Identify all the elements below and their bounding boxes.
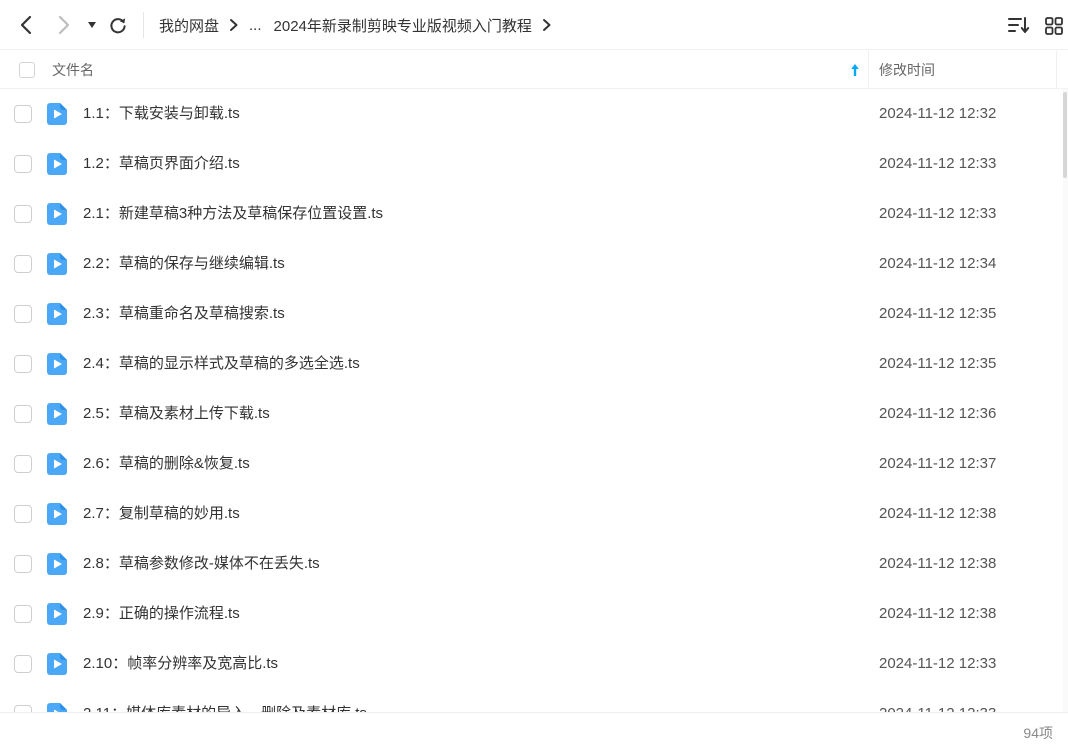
file-modified-time: 2024-11-12 12:38 — [879, 505, 997, 522]
caret-down-icon — [88, 22, 96, 28]
grid-view-icon — [1045, 17, 1063, 35]
scrollbar-track[interactable] — [1063, 89, 1068, 712]
file-modified-time: 2024-11-12 12:37 — [879, 455, 997, 472]
chevron-right-icon[interactable] — [542, 18, 552, 32]
chevron-left-icon — [20, 15, 32, 35]
file-modified-time: 2024-11-12 12:33 — [879, 155, 997, 172]
file-name[interactable]: 2.6：草稿的删除&恢复.ts — [83, 439, 250, 489]
file-row[interactable]: 2.1：新建草稿3种方法及草稿保存位置设置.ts 2024-11-12 12:3… — [0, 189, 1062, 239]
file-modified-time: 2024-11-12 12:36 — [879, 405, 997, 422]
file-row[interactable]: 2.2：草稿的保存与继续编辑.ts 2024-11-12 12:34 — [0, 239, 1062, 289]
row-checkbox[interactable] — [14, 455, 32, 473]
file-modified-time: 2024-11-12 12:32 — [879, 105, 997, 122]
file-modified-time: 2024-11-12 12:38 — [879, 605, 997, 622]
file-name[interactable]: 2.5：草稿及素材上传下载.ts — [83, 389, 270, 439]
column-divider[interactable] — [1056, 51, 1057, 89]
row-checkbox[interactable] — [14, 555, 32, 573]
row-checkbox[interactable] — [14, 155, 32, 173]
row-checkbox[interactable] — [14, 505, 32, 523]
row-checkbox[interactable] — [14, 705, 32, 712]
file-row[interactable]: 2.9：正确的操作流程.ts 2024-11-12 12:38 — [0, 589, 1062, 639]
video-file-icon — [47, 353, 67, 375]
forward-button[interactable] — [52, 14, 76, 36]
breadcrumb-root[interactable]: 我的网盘 — [159, 15, 219, 36]
file-row[interactable]: 2.10：帧率分辨率及宽高比.ts 2024-11-12 12:33 — [0, 639, 1062, 689]
file-name[interactable]: 2.1：新建草稿3种方法及草稿保存位置设置.ts — [83, 189, 383, 239]
sort-button[interactable] — [1007, 15, 1031, 35]
chevron-right-icon — [229, 18, 239, 32]
file-row[interactable]: 2.5：草稿及素材上传下载.ts 2024-11-12 12:36 — [0, 389, 1062, 439]
arrow-up-icon[interactable] — [850, 63, 860, 77]
row-checkbox[interactable] — [14, 205, 32, 223]
row-checkbox[interactable] — [14, 405, 32, 423]
column-header-name[interactable]: 文件名 — [52, 51, 94, 89]
item-count: 94项 — [1023, 725, 1053, 741]
video-file-icon — [47, 553, 67, 575]
file-row[interactable]: 2.4：草稿的显示样式及草稿的多选全选.ts 2024-11-12 12:35 — [0, 339, 1062, 389]
refresh-icon — [110, 18, 126, 34]
chevron-right-icon — [58, 15, 70, 35]
file-name[interactable]: 1.1：下载安装与卸载.ts — [83, 89, 240, 139]
refresh-button[interactable] — [108, 15, 128, 35]
toolbar-divider — [143, 12, 144, 38]
video-file-icon — [47, 253, 67, 275]
view-toggle-button[interactable] — [1044, 16, 1064, 36]
file-modified-time: 2024-11-12 12:34 — [879, 255, 997, 272]
file-list: 1.1：下载安装与卸载.ts 2024-11-12 12:32 1.2：草稿页界… — [0, 89, 1062, 712]
scrollbar-thumb[interactable] — [1063, 92, 1067, 178]
file-list-header: 文件名 修改时间 — [0, 51, 1068, 89]
row-checkbox[interactable] — [14, 355, 32, 373]
file-name[interactable]: 2.10：帧率分辨率及宽高比.ts — [83, 639, 278, 689]
file-name[interactable]: 2.2：草稿的保存与继续编辑.ts — [83, 239, 285, 289]
file-row[interactable]: 2.6：草稿的删除&恢复.ts 2024-11-12 12:37 — [0, 439, 1062, 489]
select-all-checkbox[interactable] — [19, 62, 35, 78]
history-dropdown-button[interactable] — [86, 19, 98, 31]
status-bar: 94项 — [0, 712, 1068, 752]
file-name[interactable]: 2.3：草稿重命名及草稿搜索.ts — [83, 289, 285, 339]
breadcrumb-ellipsis[interactable]: ... — [249, 17, 262, 34]
sort-icon — [1008, 17, 1030, 33]
file-name[interactable]: 2.8：草稿参数修改-媒体不在丢失.ts — [83, 539, 320, 589]
file-row[interactable]: 2.7：复制草稿的妙用.ts 2024-11-12 12:38 — [0, 489, 1062, 539]
file-modified-time: 2024-11-12 12:35 — [879, 355, 997, 372]
file-modified-time: 2024-11-12 12:38 — [879, 555, 997, 572]
video-file-icon — [47, 653, 67, 675]
file-name[interactable]: 2.4：草稿的显示样式及草稿的多选全选.ts — [83, 339, 360, 389]
toolbar: 我的网盘 ... 2024年新录制剪映专业版视频入门教程 — [0, 0, 1068, 50]
file-row[interactable]: 1.1：下载安装与卸载.ts 2024-11-12 12:32 — [0, 89, 1062, 139]
file-modified-time: 2024-11-12 12:33 — [879, 689, 996, 712]
video-file-icon — [47, 303, 67, 325]
file-name[interactable]: 2.9：正确的操作流程.ts — [83, 589, 240, 639]
row-checkbox[interactable] — [14, 605, 32, 623]
row-checkbox[interactable] — [14, 655, 32, 673]
row-checkbox[interactable] — [14, 255, 32, 273]
back-button[interactable] — [14, 14, 38, 36]
breadcrumb-current-folder[interactable]: 2024年新录制剪映专业版视频入门教程 — [274, 15, 532, 36]
file-modified-time: 2024-11-12 12:33 — [879, 655, 997, 672]
file-row[interactable]: 2.8：草稿参数修改-媒体不在丢失.ts 2024-11-12 12:38 — [0, 539, 1062, 589]
file-modified-time: 2024-11-12 12:35 — [879, 305, 997, 322]
video-file-icon — [47, 503, 67, 525]
video-file-icon — [47, 453, 67, 475]
file-name[interactable]: 2.11：媒体库素材的导入、删除及素材库.ts — [83, 689, 367, 712]
video-file-icon — [47, 603, 67, 625]
file-modified-time: 2024-11-12 12:33 — [879, 205, 997, 222]
column-divider[interactable] — [868, 51, 869, 89]
file-row[interactable]: 2.3：草稿重命名及草稿搜索.ts 2024-11-12 12:35 — [0, 289, 1062, 339]
breadcrumb: 我的网盘 ... 2024年新录制剪映专业版视频入门教程 — [159, 0, 562, 50]
video-file-icon — [47, 703, 67, 712]
video-file-icon — [47, 203, 67, 225]
file-row[interactable]: 1.2：草稿页界面介绍.ts 2024-11-12 12:33 — [0, 139, 1062, 189]
row-checkbox[interactable] — [14, 105, 32, 123]
file-name[interactable]: 2.7：复制草稿的妙用.ts — [83, 489, 240, 539]
file-row[interactable]: 2.11：媒体库素材的导入、删除及素材库.ts 2024-11-12 12:33 — [0, 689, 1062, 712]
video-file-icon — [47, 153, 67, 175]
video-file-icon — [47, 403, 67, 425]
column-header-modified[interactable]: 修改时间 — [879, 51, 935, 89]
video-file-icon — [47, 103, 67, 125]
file-name[interactable]: 1.2：草稿页界面介绍.ts — [83, 139, 240, 189]
row-checkbox[interactable] — [14, 305, 32, 323]
